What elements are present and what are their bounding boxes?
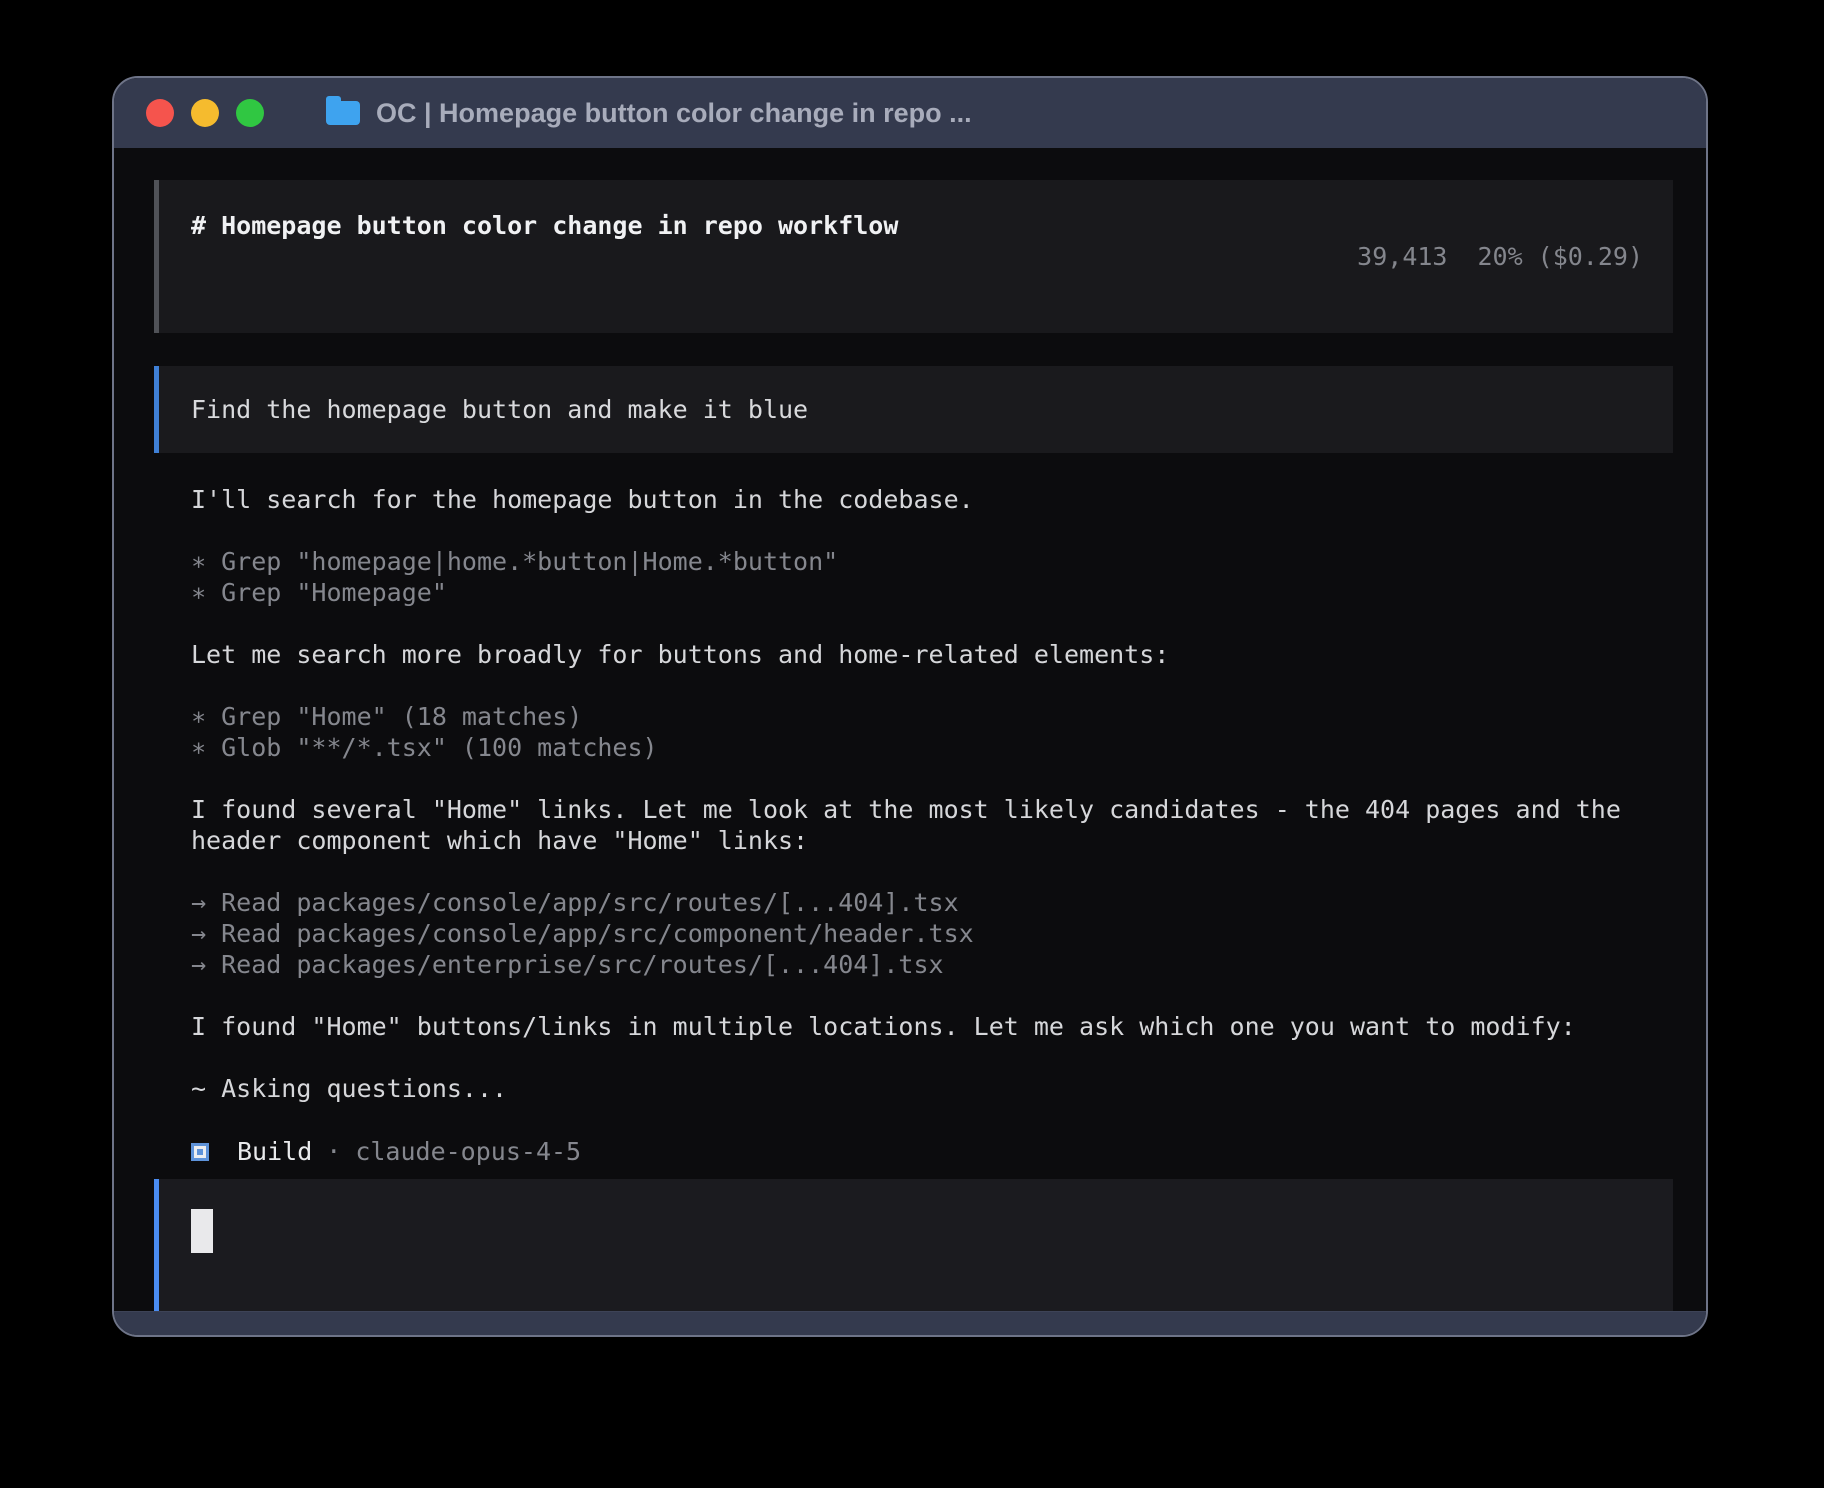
maximize-button[interactable] [236, 99, 264, 127]
session-stats: 39,413 20% ($0.29) [1237, 210, 1643, 303]
assistant-text: Let me search more broadly for buttons a… [191, 639, 1673, 670]
window-bottom-edge [114, 1311, 1706, 1335]
tool-call-read: → Read packages/console/app/src/routes/[… [191, 887, 1673, 918]
session-cost: ($0.29) [1538, 242, 1643, 271]
window-title: OC | Homepage button color change in rep… [376, 98, 972, 129]
session-title: # Homepage button color change in repo w… [191, 210, 898, 241]
tool-call-group: ∗ Grep "Home" (18 matches) ∗ Glob "**/*.… [191, 701, 1673, 763]
agent-indicator: Build · claude-opus-4-5 [191, 1136, 1673, 1167]
tool-call-grep: ∗ Grep "homepage|home.*button|Home.*butt… [191, 546, 1673, 577]
tool-call-group: → Read packages/console/app/src/routes/[… [191, 887, 1673, 980]
agent-model: claude-opus-4-5 [355, 1136, 581, 1167]
user-message-text: Find the homepage button and make it blu… [191, 395, 808, 424]
agent-separator: · [326, 1136, 341, 1167]
tool-call-glob: ∗ Glob "**/*.tsx" (100 matches) [191, 732, 1673, 763]
tool-call-read: → Read packages/console/app/src/componen… [191, 918, 1673, 949]
terminal-window: OC | Homepage button color change in rep… [112, 76, 1708, 1337]
close-button[interactable] [146, 99, 174, 127]
context-percent: 20% [1477, 242, 1522, 271]
build-agent-icon [191, 1143, 209, 1161]
traffic-lights [146, 99, 264, 127]
tool-call-grep: ∗ Grep "Home" (18 matches) [191, 701, 1673, 732]
terminal-content: # Homepage button color change in repo w… [114, 148, 1706, 1337]
agent-name: Build [237, 1136, 312, 1167]
assistant-text: I found "Home" buttons/links in multiple… [191, 1011, 1673, 1042]
assistant-text: I found several "Home" links. Let me loo… [191, 794, 1673, 856]
user-message: Find the homepage button and make it blu… [154, 366, 1673, 453]
minimize-button[interactable] [191, 99, 219, 127]
text-cursor [191, 1209, 213, 1253]
session-header: # Homepage button color change in repo w… [154, 180, 1673, 333]
folder-icon [326, 101, 360, 125]
tool-call-grep: ∗ Grep "Homepage" [191, 577, 1673, 608]
assistant-text: I'll search for the homepage button in t… [191, 484, 1673, 515]
working-status: ~ Asking questions... [191, 1073, 1673, 1104]
tool-call-group: ∗ Grep "homepage|home.*button|Home.*butt… [191, 546, 1673, 608]
token-count: 39,413 [1357, 242, 1447, 271]
tool-call-read: → Read packages/enterprise/src/routes/[.… [191, 949, 1673, 980]
window-titlebar[interactable]: OC | Homepage button color change in rep… [114, 78, 1706, 148]
